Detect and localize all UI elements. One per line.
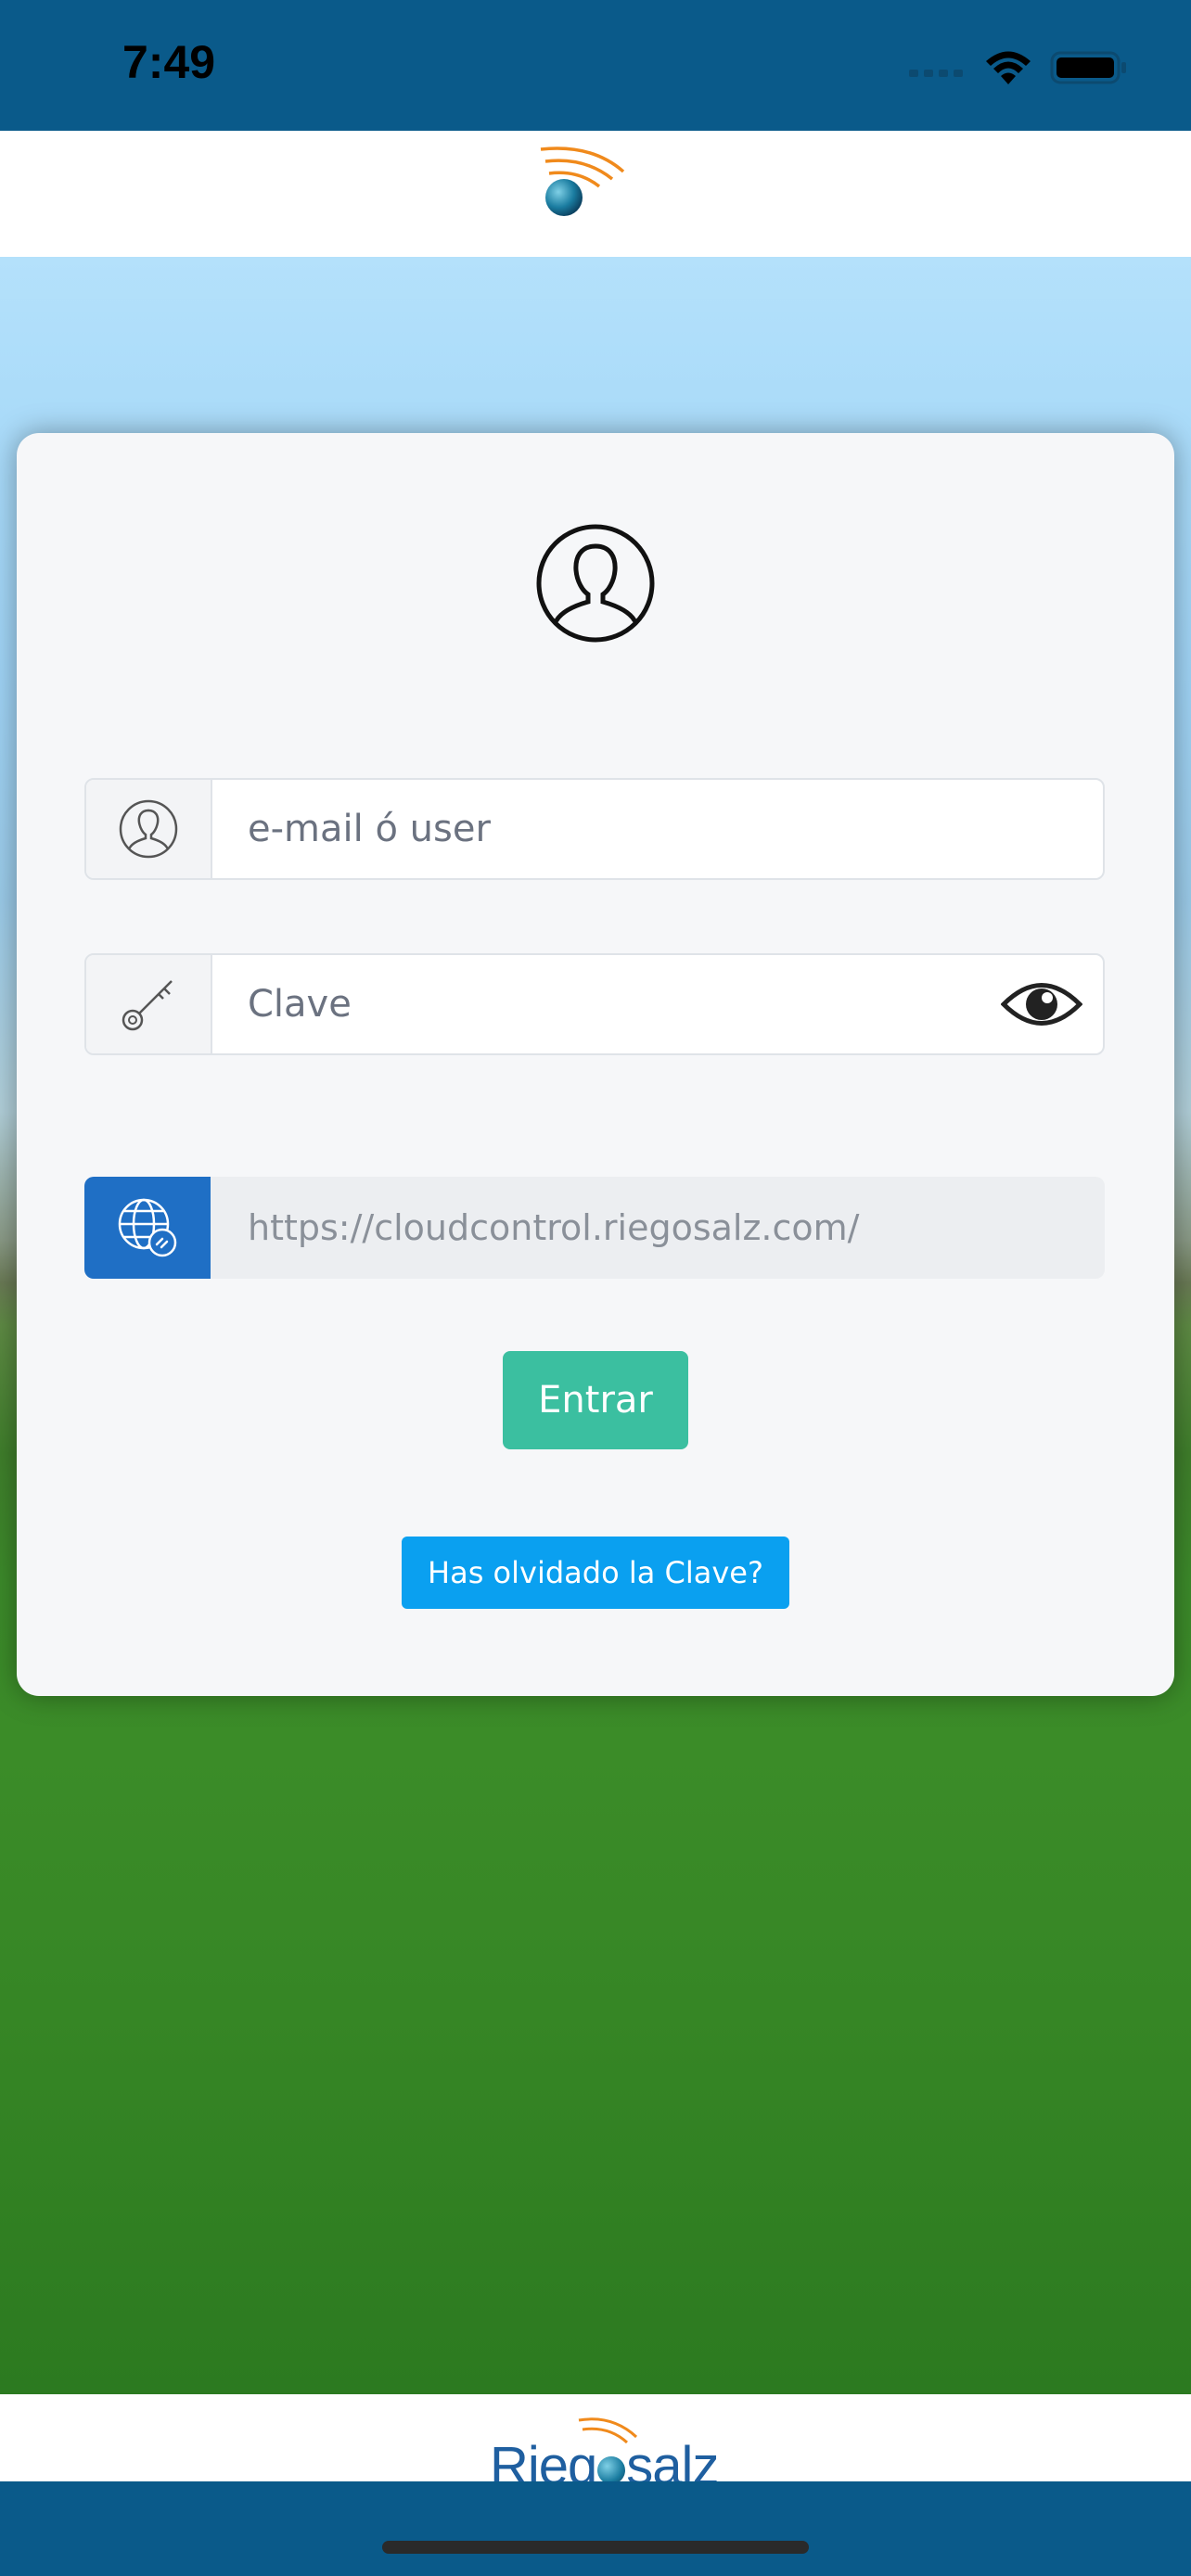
brand-arcs-icon bbox=[578, 2417, 638, 2444]
user-circle-icon bbox=[536, 524, 655, 643]
globe-wifi-logo-icon bbox=[540, 147, 625, 216]
header-bar bbox=[0, 131, 1191, 257]
toggle-password-button[interactable] bbox=[997, 955, 1086, 1053]
email-field bbox=[84, 778, 1105, 880]
password-input[interactable] bbox=[212, 955, 997, 1053]
server-url-field: https://cloudcontrol.riegosalz.com/ bbox=[84, 1177, 1105, 1279]
password-addon bbox=[86, 955, 212, 1053]
forgot-password-button[interactable]: Has olvidado la Clave? bbox=[402, 1537, 789, 1609]
password-field bbox=[84, 953, 1105, 1055]
user-icon bbox=[119, 799, 178, 859]
home-indicator-area bbox=[0, 2481, 1191, 2576]
eye-icon bbox=[1001, 983, 1082, 1026]
server-addon bbox=[84, 1177, 211, 1279]
email-addon bbox=[86, 780, 212, 878]
brand-ball-icon bbox=[597, 2455, 626, 2481]
wifi-icon bbox=[986, 51, 1031, 84]
globe-link-icon bbox=[118, 1198, 177, 1257]
battery-icon bbox=[1050, 51, 1126, 84]
status-icons bbox=[909, 45, 1128, 91]
enter-button[interactable]: Entrar bbox=[503, 1351, 688, 1449]
footer-bar: Rieg salz bbox=[0, 2394, 1191, 2481]
status-bar: 7:49 bbox=[0, 0, 1191, 131]
status-time: 7:49 bbox=[122, 36, 216, 88]
login-card: https://cloudcontrol.riegosalz.com/ Entr… bbox=[17, 433, 1174, 1696]
server-url-text: https://cloudcontrol.riegosalz.com/ bbox=[248, 1207, 860, 1248]
home-indicator[interactable] bbox=[382, 2541, 809, 2554]
key-icon bbox=[122, 980, 173, 1031]
email-input[interactable] bbox=[212, 780, 1103, 878]
signal-icon bbox=[909, 70, 963, 77]
